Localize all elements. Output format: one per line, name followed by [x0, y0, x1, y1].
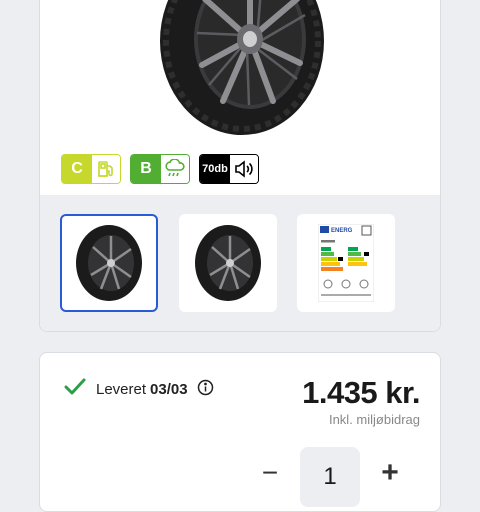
quantity-increase-button[interactable]: + [378, 456, 402, 489]
fuel-efficiency-badge[interactable]: C [61, 154, 121, 184]
tire-thumbnail-icon [76, 225, 142, 301]
delivery-label: Leveret [96, 380, 147, 398]
eu-energy-label-icon: ENERG [318, 224, 374, 302]
product-price: 1.435 kr. [302, 375, 420, 410]
noise-level: 70db [200, 155, 230, 183]
fuel-pump-icon [92, 155, 120, 183]
purchase-card: Leveret 03/03 1.435 kr. Inkl. miljøbidra… [39, 352, 441, 512]
gallery-thumb-tire-2[interactable] [179, 214, 277, 312]
gallery-thumb-eu-label[interactable]: ENERG [297, 214, 395, 312]
speaker-icon [230, 155, 258, 183]
delivery-date: 03/03 [150, 380, 188, 398]
product-card: C B 70db ENERG [39, 0, 441, 332]
price-note: Inkl. miljøbidrag [328, 412, 420, 427]
wet-grip-badge[interactable]: B [130, 154, 190, 184]
tire-image [160, 0, 324, 135]
eu-label-heading: ENERG [331, 228, 353, 234]
info-icon[interactable] [197, 379, 214, 400]
quantity-decrease-button[interactable]: − [258, 457, 282, 488]
gallery-thumb-tire-1[interactable] [60, 214, 158, 312]
checkmark-icon [64, 378, 86, 400]
delivery-info: Leveret 03/03 [64, 378, 214, 400]
tire-thumbnail-icon [195, 225, 261, 301]
rain-cloud-icon [161, 155, 189, 183]
image-gallery: ENERG [40, 195, 440, 331]
noise-badge[interactable]: 70db [199, 154, 259, 184]
eu-tire-labels: C B 70db [61, 154, 259, 184]
wet-grip-class: B [131, 155, 161, 183]
fuel-class: C [62, 155, 92, 183]
quantity-input[interactable]: 1 [300, 447, 360, 507]
